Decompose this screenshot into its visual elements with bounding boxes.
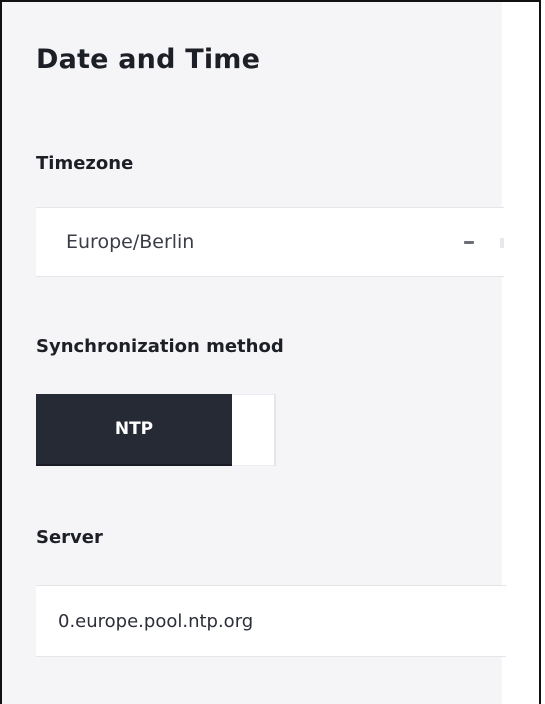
window-edge	[502, 2, 539, 704]
chevron-down-icon[interactable]	[464, 241, 474, 244]
sync-option-ntp-button[interactable]: NTP	[36, 394, 232, 466]
sync-option-empty-segment[interactable]	[232, 394, 276, 466]
timezone-label: Timezone	[36, 153, 134, 174]
timezone-select[interactable]: Europe/Berlin	[36, 207, 504, 277]
select-edge-tick	[500, 238, 504, 248]
settings-window: Date and Time Timezone Europe/Berlin Syn…	[0, 0, 541, 704]
sync-method-label: Synchronization method	[36, 336, 284, 357]
server-input[interactable]	[36, 585, 506, 657]
timezone-selected-value: Europe/Berlin	[66, 231, 195, 253]
page-title: Date and Time	[36, 44, 261, 75]
sync-method-segmented-control: NTP	[36, 394, 276, 468]
server-label: Server	[36, 527, 103, 548]
